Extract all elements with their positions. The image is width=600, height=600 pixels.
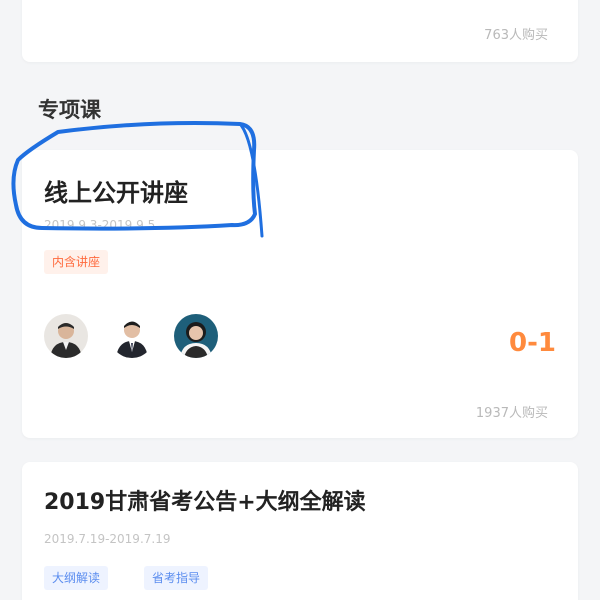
buyer-count: 763人购买: [484, 28, 548, 43]
course-tag: 内含讲座: [44, 250, 109, 274]
person-icon: [174, 314, 218, 358]
person-icon: [110, 314, 154, 358]
teacher-avatar-icon[interactable]: [44, 314, 88, 358]
course-tag: 省考指导: [144, 566, 209, 590]
teacher-avatar-icon[interactable]: [110, 314, 154, 358]
course-title: 2019甘肃省考公告+大纲全解读: [44, 490, 366, 515]
course-tag: 大纲解读: [44, 566, 109, 590]
course-card-exam[interactable]: 2019甘肃省考公告+大纲全解读 2019.7.19-2019.7.19 大纲解…: [22, 462, 578, 600]
person-icon: [44, 314, 88, 358]
course-title: 线上公开讲座: [44, 179, 188, 207]
buyer-count: 1937人购买: [475, 406, 548, 421]
course-card-public-lecture[interactable]: 线上公开讲座 2019.9.3-2019.9.5 内含讲座 0-1 1937人购…: [22, 150, 578, 438]
section-title: 专项课: [38, 98, 101, 122]
course-date: 2019.7.19-2019.7.19: [44, 532, 171, 546]
course-price: 0-1: [509, 328, 556, 358]
course-date: 2019.9.3-2019.9.5: [44, 218, 156, 232]
teacher-avatar-icon[interactable]: [174, 314, 218, 358]
course-card-previous[interactable]: 763人购买: [22, 0, 578, 62]
screen: 763人购买 专项课 线上公开讲座 2019.9.3-2019.9.5 内含讲座: [0, 0, 600, 600]
teacher-avatars: [44, 314, 244, 360]
